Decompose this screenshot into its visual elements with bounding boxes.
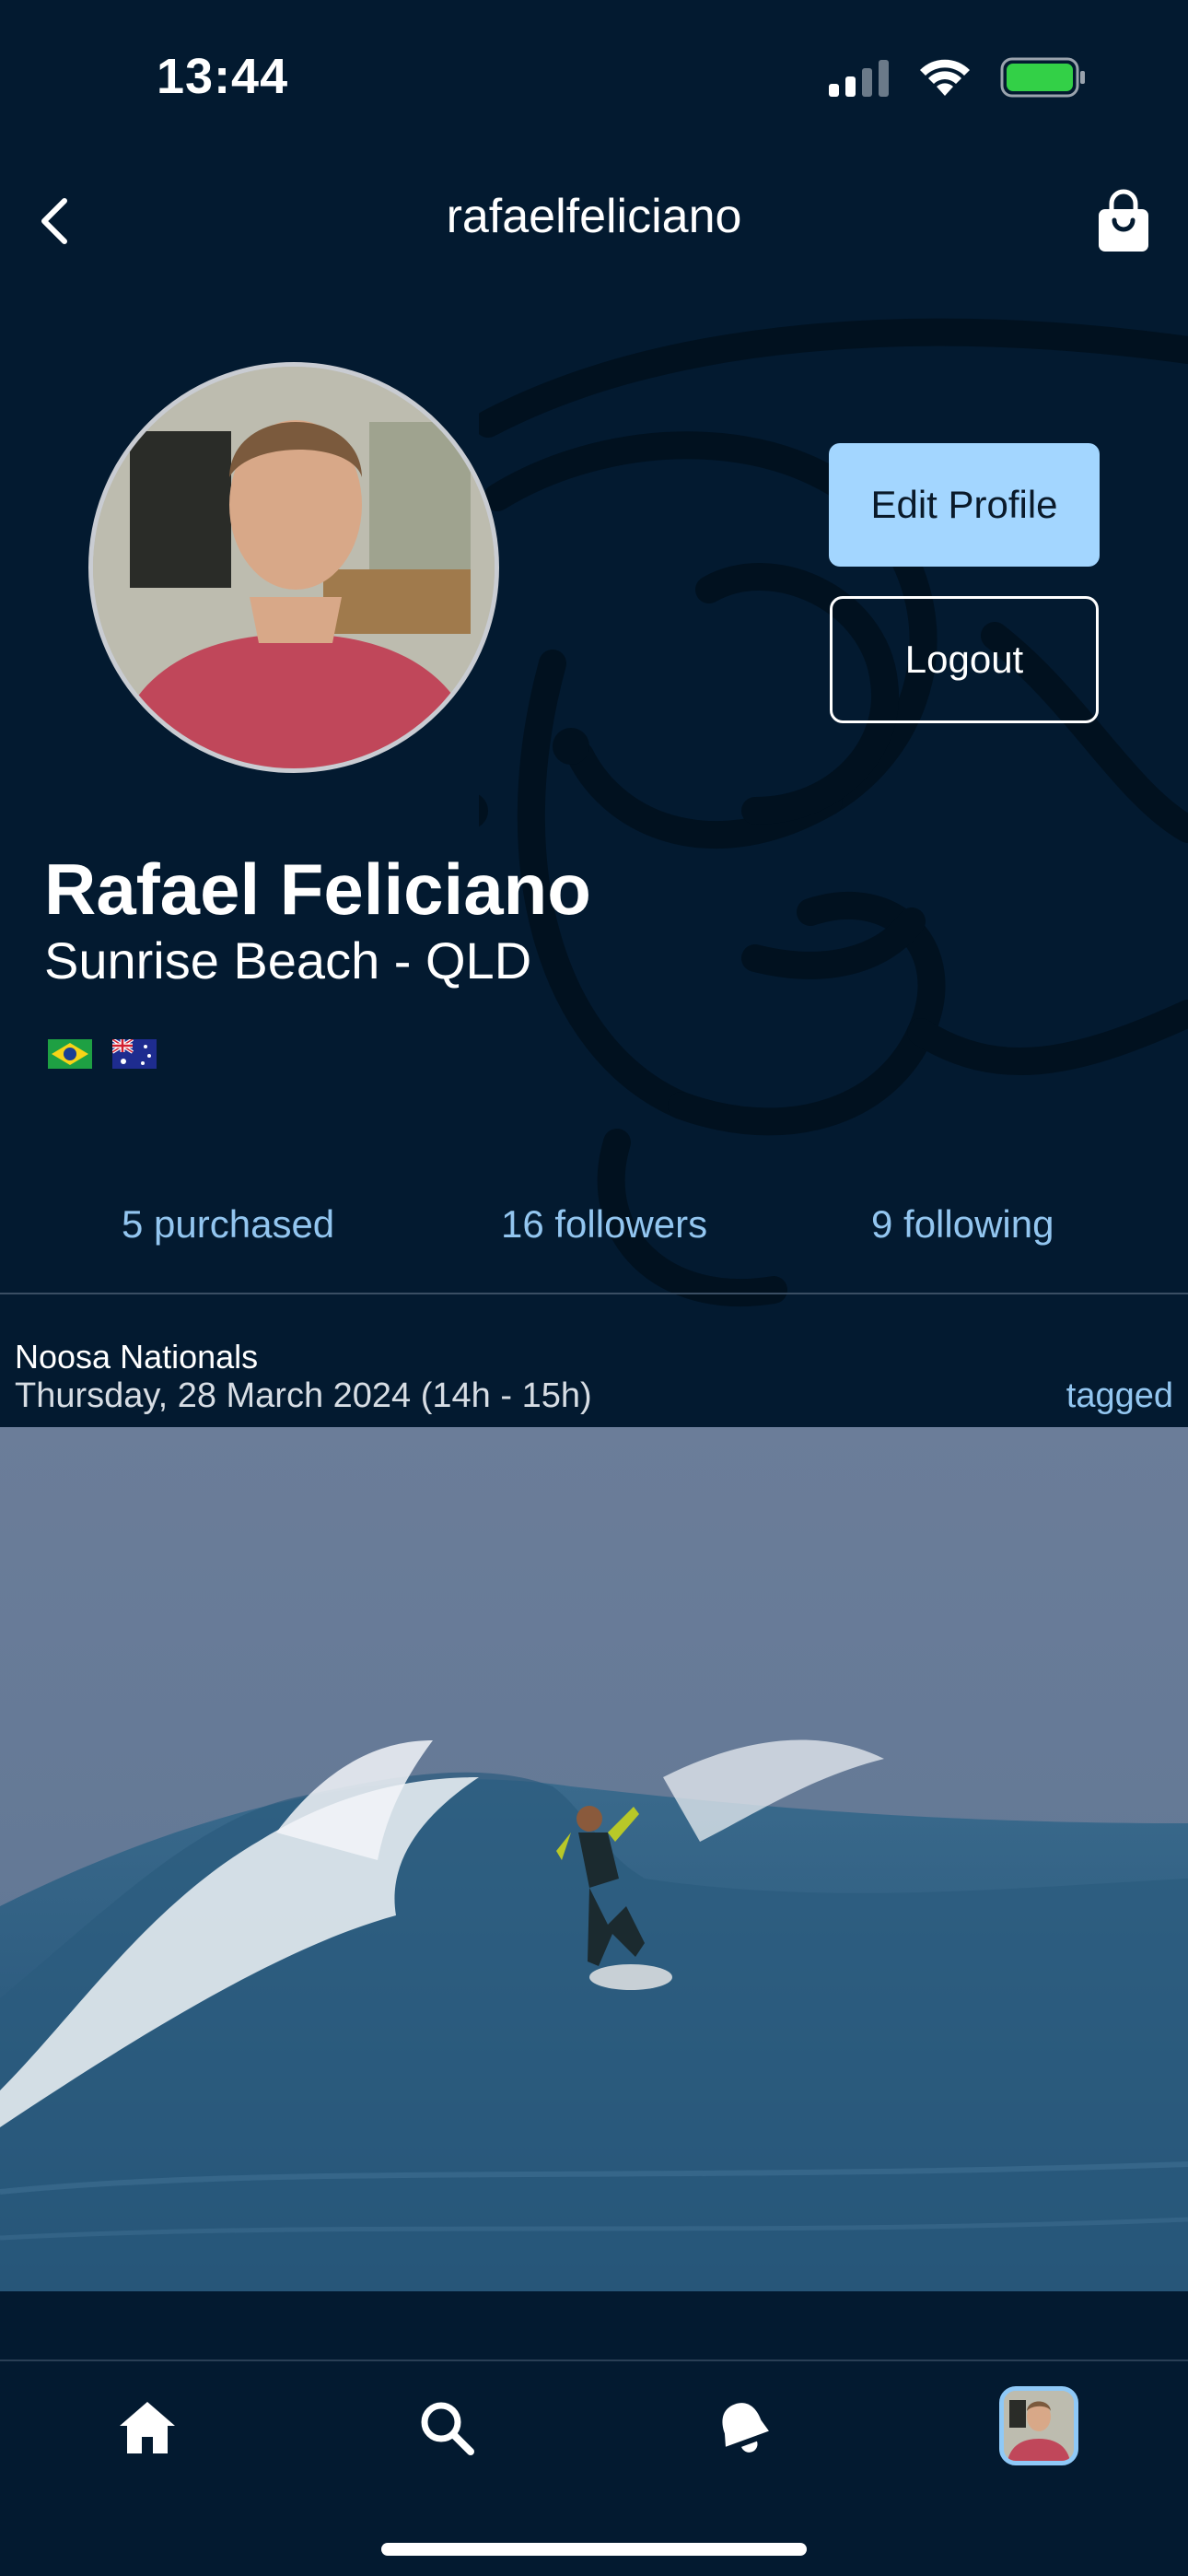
- profile-avatar-thumbnail: [1004, 2391, 1074, 2461]
- profile-stats: 5 purchased 16 followers 9 following: [0, 1202, 1188, 1248]
- profile-location: Sunrise Beach - QLD: [44, 931, 532, 989]
- post-photo[interactable]: [0, 1427, 1188, 2291]
- logout-button[interactable]: Logout: [830, 596, 1099, 723]
- shopping-bag-icon: [1099, 189, 1148, 252]
- australia-flag-icon: [112, 1039, 157, 1069]
- battery-icon: [1000, 57, 1085, 98]
- followers-count-link[interactable]: 16 followers: [501, 1202, 707, 1247]
- search-icon: [421, 2402, 474, 2455]
- nationality-flags: [48, 1039, 157, 1069]
- post-tagged-label[interactable]: tagged: [1066, 1376, 1173, 1416]
- post-date: Thursday, 28 March 2024 (14h - 15h): [15, 1376, 592, 1415]
- profile-name: Rafael Feliciano: [44, 849, 591, 930]
- edit-profile-button[interactable]: Edit Profile: [829, 443, 1100, 567]
- tabbar-divider: [0, 2359, 1188, 2361]
- avatar-photo: [93, 367, 495, 768]
- brazil-flag-icon: [48, 1039, 92, 1069]
- section-divider: [0, 1293, 1188, 1294]
- status-time: 13:44: [157, 49, 289, 104]
- tab-notifications[interactable]: [693, 2386, 794, 2469]
- tab-search[interactable]: [396, 2386, 497, 2469]
- home-icon: [120, 2402, 175, 2453]
- purchased-count-link[interactable]: 5 purchased: [122, 1202, 334, 1247]
- profile-username-title: rafaelfeliciano: [446, 190, 742, 243]
- status-icons: [829, 57, 1087, 98]
- profile-avatar: [88, 362, 499, 773]
- surf-photo: [0, 1427, 1188, 2291]
- shopping-bag-button[interactable]: [1077, 180, 1170, 263]
- bell-icon: [722, 2403, 769, 2453]
- post-event-title: Noosa Nationals: [15, 1338, 259, 1376]
- wifi-icon: [920, 59, 970, 96]
- signal-icon: [829, 60, 889, 97]
- tab-profile[interactable]: [999, 2386, 1078, 2465]
- tab-home[interactable]: [97, 2386, 198, 2469]
- home-indicator: [381, 2543, 807, 2556]
- following-count-link[interactable]: 9 following: [871, 1202, 1054, 1247]
